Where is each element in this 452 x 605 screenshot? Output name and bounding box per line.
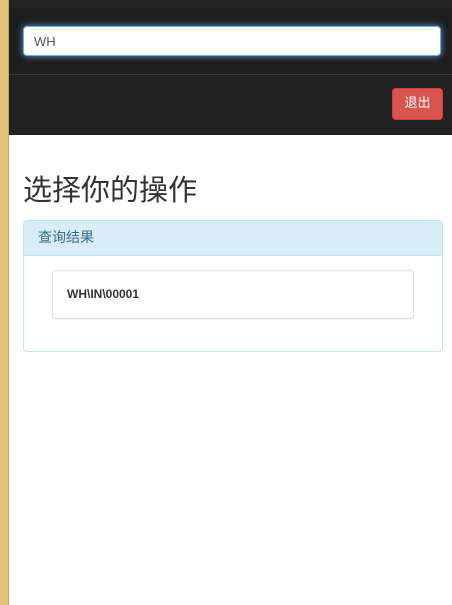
search-input[interactable] [23, 26, 441, 56]
results-panel: 查询结果 WH\IN\00001 [23, 220, 443, 352]
search-bar [8, 8, 452, 75]
app-frame: 退出 选择你的操作 查询结果 WH\IN\00001 [0, 0, 452, 605]
results-panel-heading: 查询结果 [24, 221, 442, 256]
navbar: 退出 [8, 75, 452, 135]
result-item[interactable]: WH\IN\00001 [52, 270, 414, 319]
page-title: 选择你的操作 [23, 173, 198, 207]
logout-button[interactable]: 退出 [392, 88, 443, 120]
left-accent-bar [0, 0, 9, 605]
